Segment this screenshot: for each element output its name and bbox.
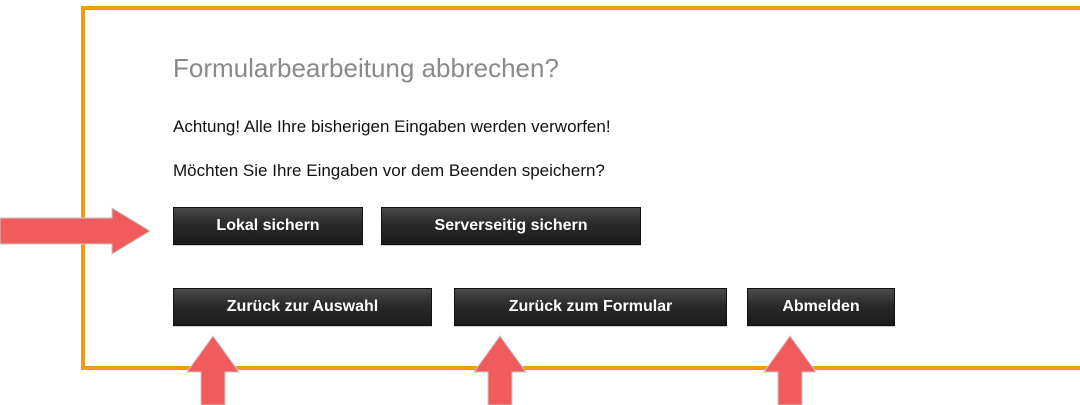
back-to-form-button[interactable]: Zurück zum Formular	[454, 288, 727, 326]
logout-button[interactable]: Abmelden	[747, 288, 895, 326]
back-to-selection-button[interactable]: Zurück zur Auswahl	[173, 288, 432, 326]
save-local-button[interactable]: Lokal sichern	[173, 207, 363, 245]
save-question: Möchten Sie Ihre Eingaben vor dem Beende…	[173, 161, 605, 180]
warning-message: Achtung! Alle Ihre bisherigen Eingaben w…	[173, 117, 611, 136]
dialog-title: Formularbearbeitung abbrechen?	[173, 53, 559, 83]
save-server-button[interactable]: Serverseitig sichern	[381, 207, 641, 245]
